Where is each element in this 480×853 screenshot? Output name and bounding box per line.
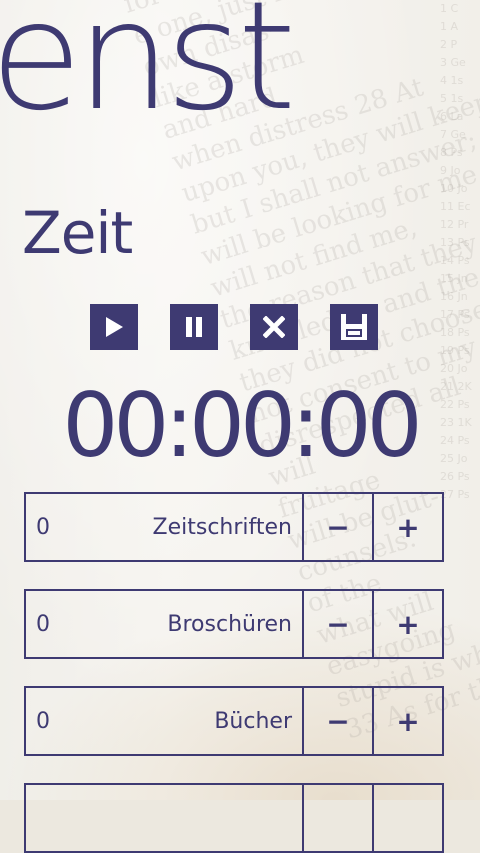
- increment-button[interactable]: +: [372, 591, 442, 657]
- increment-button[interactable]: +: [372, 688, 442, 754]
- timer-display: 00:00:00: [62, 374, 422, 477]
- counter-label: Zeitschriften: [152, 514, 292, 540]
- counter-row-partial: [24, 783, 444, 853]
- counter-value: 0: [36, 514, 50, 540]
- counter-value: 0: [36, 611, 50, 637]
- counter-value: [26, 785, 66, 851]
- pause-icon: [186, 317, 202, 337]
- reset-button[interactable]: [250, 304, 298, 350]
- section-title: Zeit: [22, 199, 133, 267]
- decrement-button[interactable]: −: [302, 494, 372, 560]
- close-icon: [263, 316, 285, 338]
- counter-label: Bücher: [214, 708, 292, 734]
- counter-row-buecher: 0 Bücher − +: [24, 686, 444, 756]
- counter-label: Broschüren: [167, 611, 292, 637]
- increment-button[interactable]: +: [372, 494, 442, 560]
- pause-button[interactable]: [170, 304, 218, 350]
- save-icon: [341, 314, 367, 340]
- counter-value: 0: [36, 708, 50, 734]
- counter-row-zeitschriften: 0 Zeitschriften − +: [24, 492, 444, 562]
- timer-controls: [90, 304, 378, 350]
- decrement-button[interactable]: −: [302, 688, 372, 754]
- play-button[interactable]: [90, 304, 138, 350]
- decrement-button[interactable]: [302, 785, 372, 851]
- decrement-button[interactable]: −: [302, 591, 372, 657]
- play-icon: [106, 317, 123, 337]
- increment-button[interactable]: [372, 785, 442, 851]
- page-title: enst: [0, 0, 296, 144]
- save-button[interactable]: [330, 304, 378, 350]
- counter-row-broschueren: 0 Broschüren − +: [24, 589, 444, 659]
- counter-label: [66, 785, 302, 851]
